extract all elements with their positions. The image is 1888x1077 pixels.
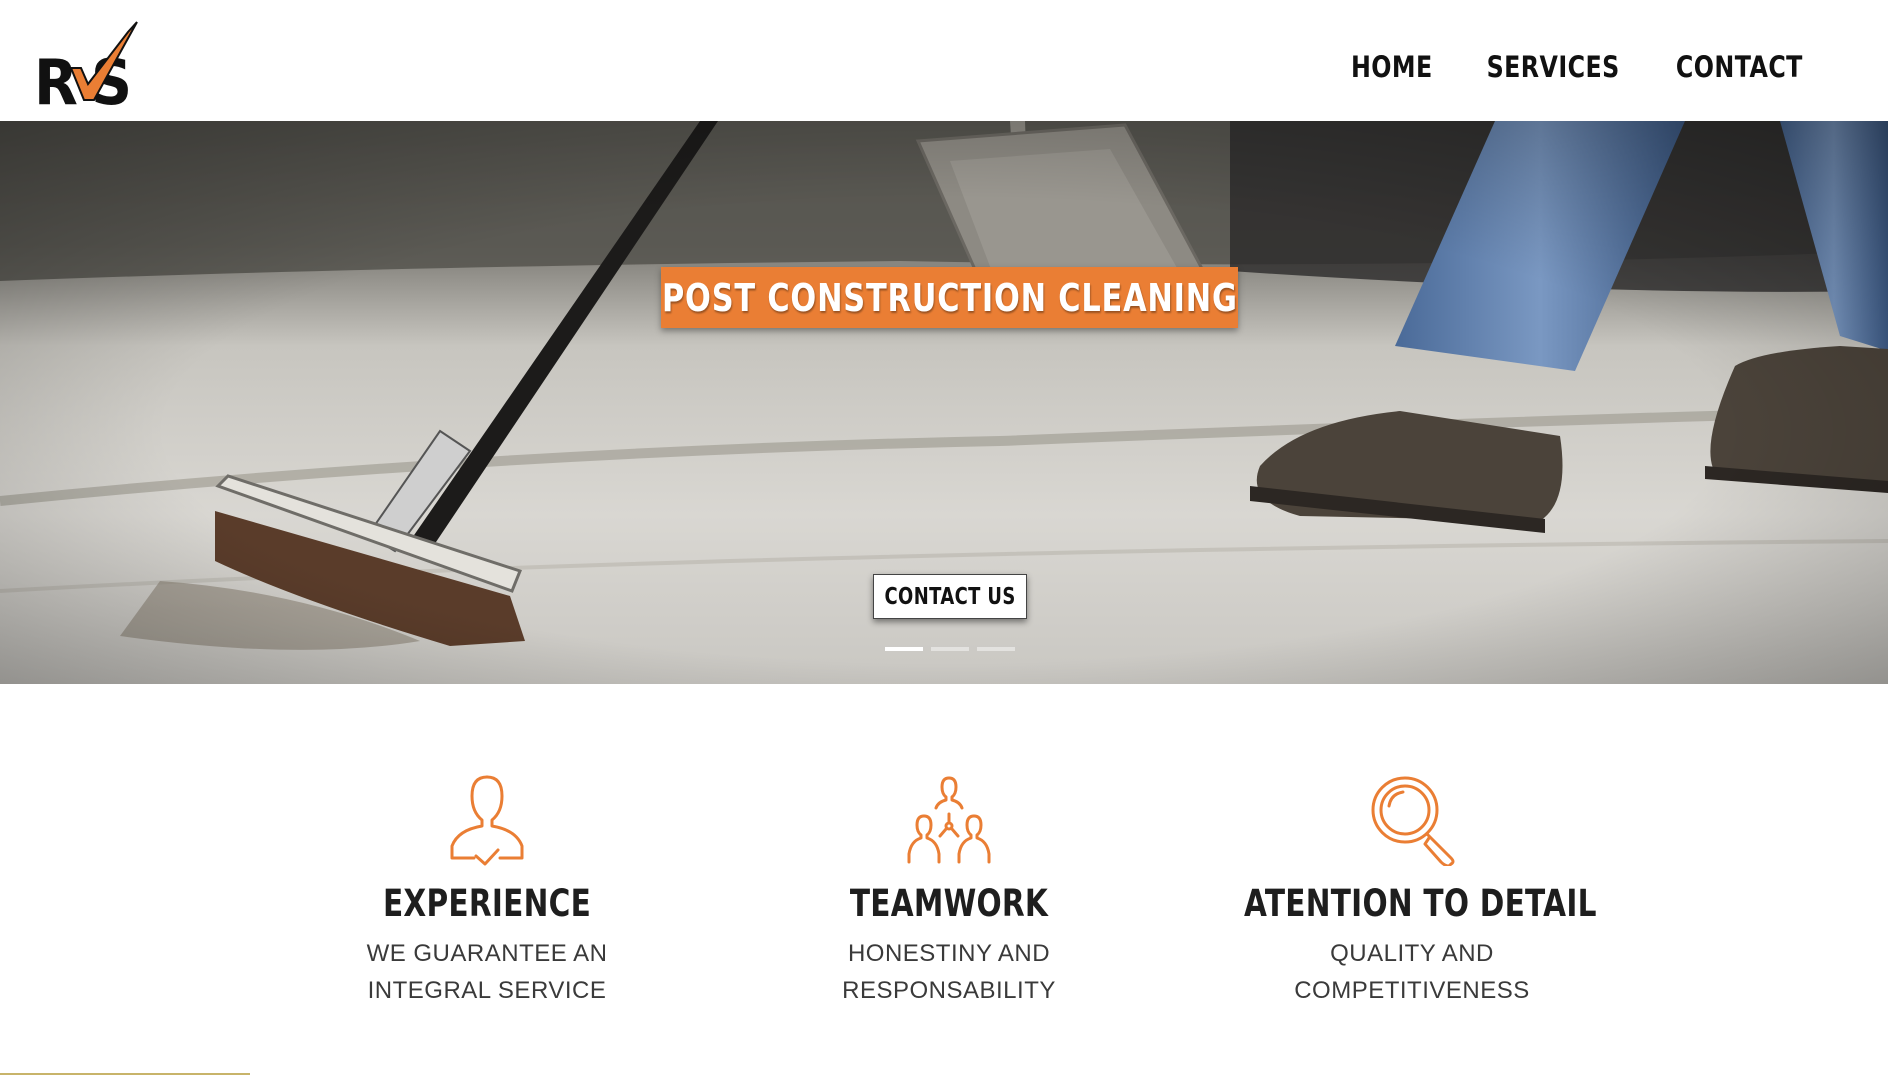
team-icon xyxy=(907,776,991,864)
nav-contact[interactable]: CONTACT xyxy=(1676,50,1803,84)
contact-us-label: CONTACT US xyxy=(884,583,1016,610)
contact-us-button[interactable]: CONTACT US xyxy=(873,574,1027,619)
feature-description: QUALITY AND COMPETITIVENESS xyxy=(1202,935,1622,1009)
magnifier-icon xyxy=(1371,776,1455,866)
feature-description: WE GUARANTEE AN INTEGRAL SERVICE xyxy=(277,935,697,1009)
feature-desc-line-2: COMPETITIVENESS xyxy=(1294,977,1530,1004)
feature-title: EXPERIENCE xyxy=(382,882,592,925)
hero-slider: POST CONSTRUCTION CLEANING CONTACT US xyxy=(0,121,1888,684)
nav-services[interactable]: SERVICES xyxy=(1487,50,1620,84)
feature-teamwork: TEAMWORK HONESTINY AND RESPONSABILITY xyxy=(739,774,1159,1009)
feature-experience: EXPERIENCE WE GUARANTEE AN INTEGRAL SERV… xyxy=(277,774,697,1009)
feature-attention-to-detail: ATENTION TO DETAIL QUALITY AND COMPETITI… xyxy=(1202,774,1622,1009)
slider-dot-3[interactable] xyxy=(977,647,1015,651)
features-section: EXPERIENCE WE GUARANTEE AN INTEGRAL SERV… xyxy=(0,684,1888,1077)
feature-desc-line-1: HONESTINY AND xyxy=(847,940,1051,967)
slider-dot-2[interactable] xyxy=(931,647,969,651)
hero-title: POST CONSTRUCTION CLEANING xyxy=(661,275,1238,320)
nav-home[interactable]: HOME xyxy=(1351,50,1433,84)
feature-title: ATENTION TO DETAIL xyxy=(1244,882,1597,925)
feature-desc-line-1: WE GUARANTEE AN xyxy=(366,940,608,967)
feature-title: TEAMWORK xyxy=(849,882,1049,925)
hero-title-box: POST CONSTRUCTION CLEANING xyxy=(661,267,1238,328)
feature-desc-line-1: QUALITY AND xyxy=(1330,940,1494,967)
rvs-logo[interactable]: R S xyxy=(34,18,146,110)
slider-dot-1[interactable] xyxy=(885,647,923,651)
logo-letter-r: R xyxy=(34,48,78,110)
site-header: R S HOME SERVICES CONTACT xyxy=(0,0,1888,121)
slider-dots xyxy=(885,647,1015,651)
feature-desc-line-2: RESPONSABILITY xyxy=(842,977,1056,1004)
footer-accent-bar xyxy=(0,1073,250,1075)
main-nav: HOME SERVICES CONTACT xyxy=(1342,50,1817,84)
feature-desc-line-2: INTEGRAL SERVICE xyxy=(367,977,607,1004)
feature-description: HONESTINY AND RESPONSABILITY xyxy=(739,935,1159,1009)
person-check-icon xyxy=(450,775,524,866)
